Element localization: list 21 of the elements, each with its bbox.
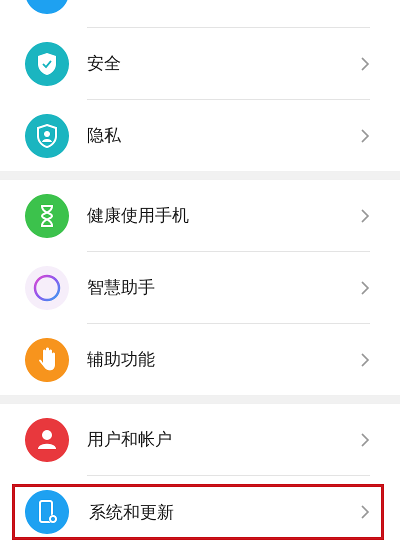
hand-icon xyxy=(25,338,69,382)
chevron-right-icon xyxy=(360,128,370,144)
settings-item[interactable]: 健康使用手机 xyxy=(0,180,400,251)
settings-item[interactable]: 辅助功能 xyxy=(0,324,400,395)
phone-gear-icon xyxy=(25,490,69,534)
settings-item[interactable]: 用户和帐户 xyxy=(0,404,400,475)
person-icon xyxy=(25,418,69,462)
settings-item[interactable]: 智慧助手 xyxy=(0,252,400,323)
chevron-right-icon xyxy=(360,432,370,448)
highlighted-settings-item[interactable]: 系统和更新 xyxy=(12,484,384,540)
settings-item[interactable]: 安全 xyxy=(0,28,400,99)
ring-icon xyxy=(25,266,69,310)
shield-person-icon xyxy=(25,114,69,158)
settings-item[interactable]: 隐私 xyxy=(0,100,400,171)
chevron-right-icon xyxy=(360,504,370,520)
chevron-right-icon xyxy=(360,352,370,368)
hourglass-icon xyxy=(25,194,69,238)
chevron-right-icon xyxy=(360,208,370,224)
chevron-right-icon xyxy=(360,56,370,72)
shield-check-icon xyxy=(25,42,69,86)
chevron-right-icon xyxy=(360,280,370,296)
